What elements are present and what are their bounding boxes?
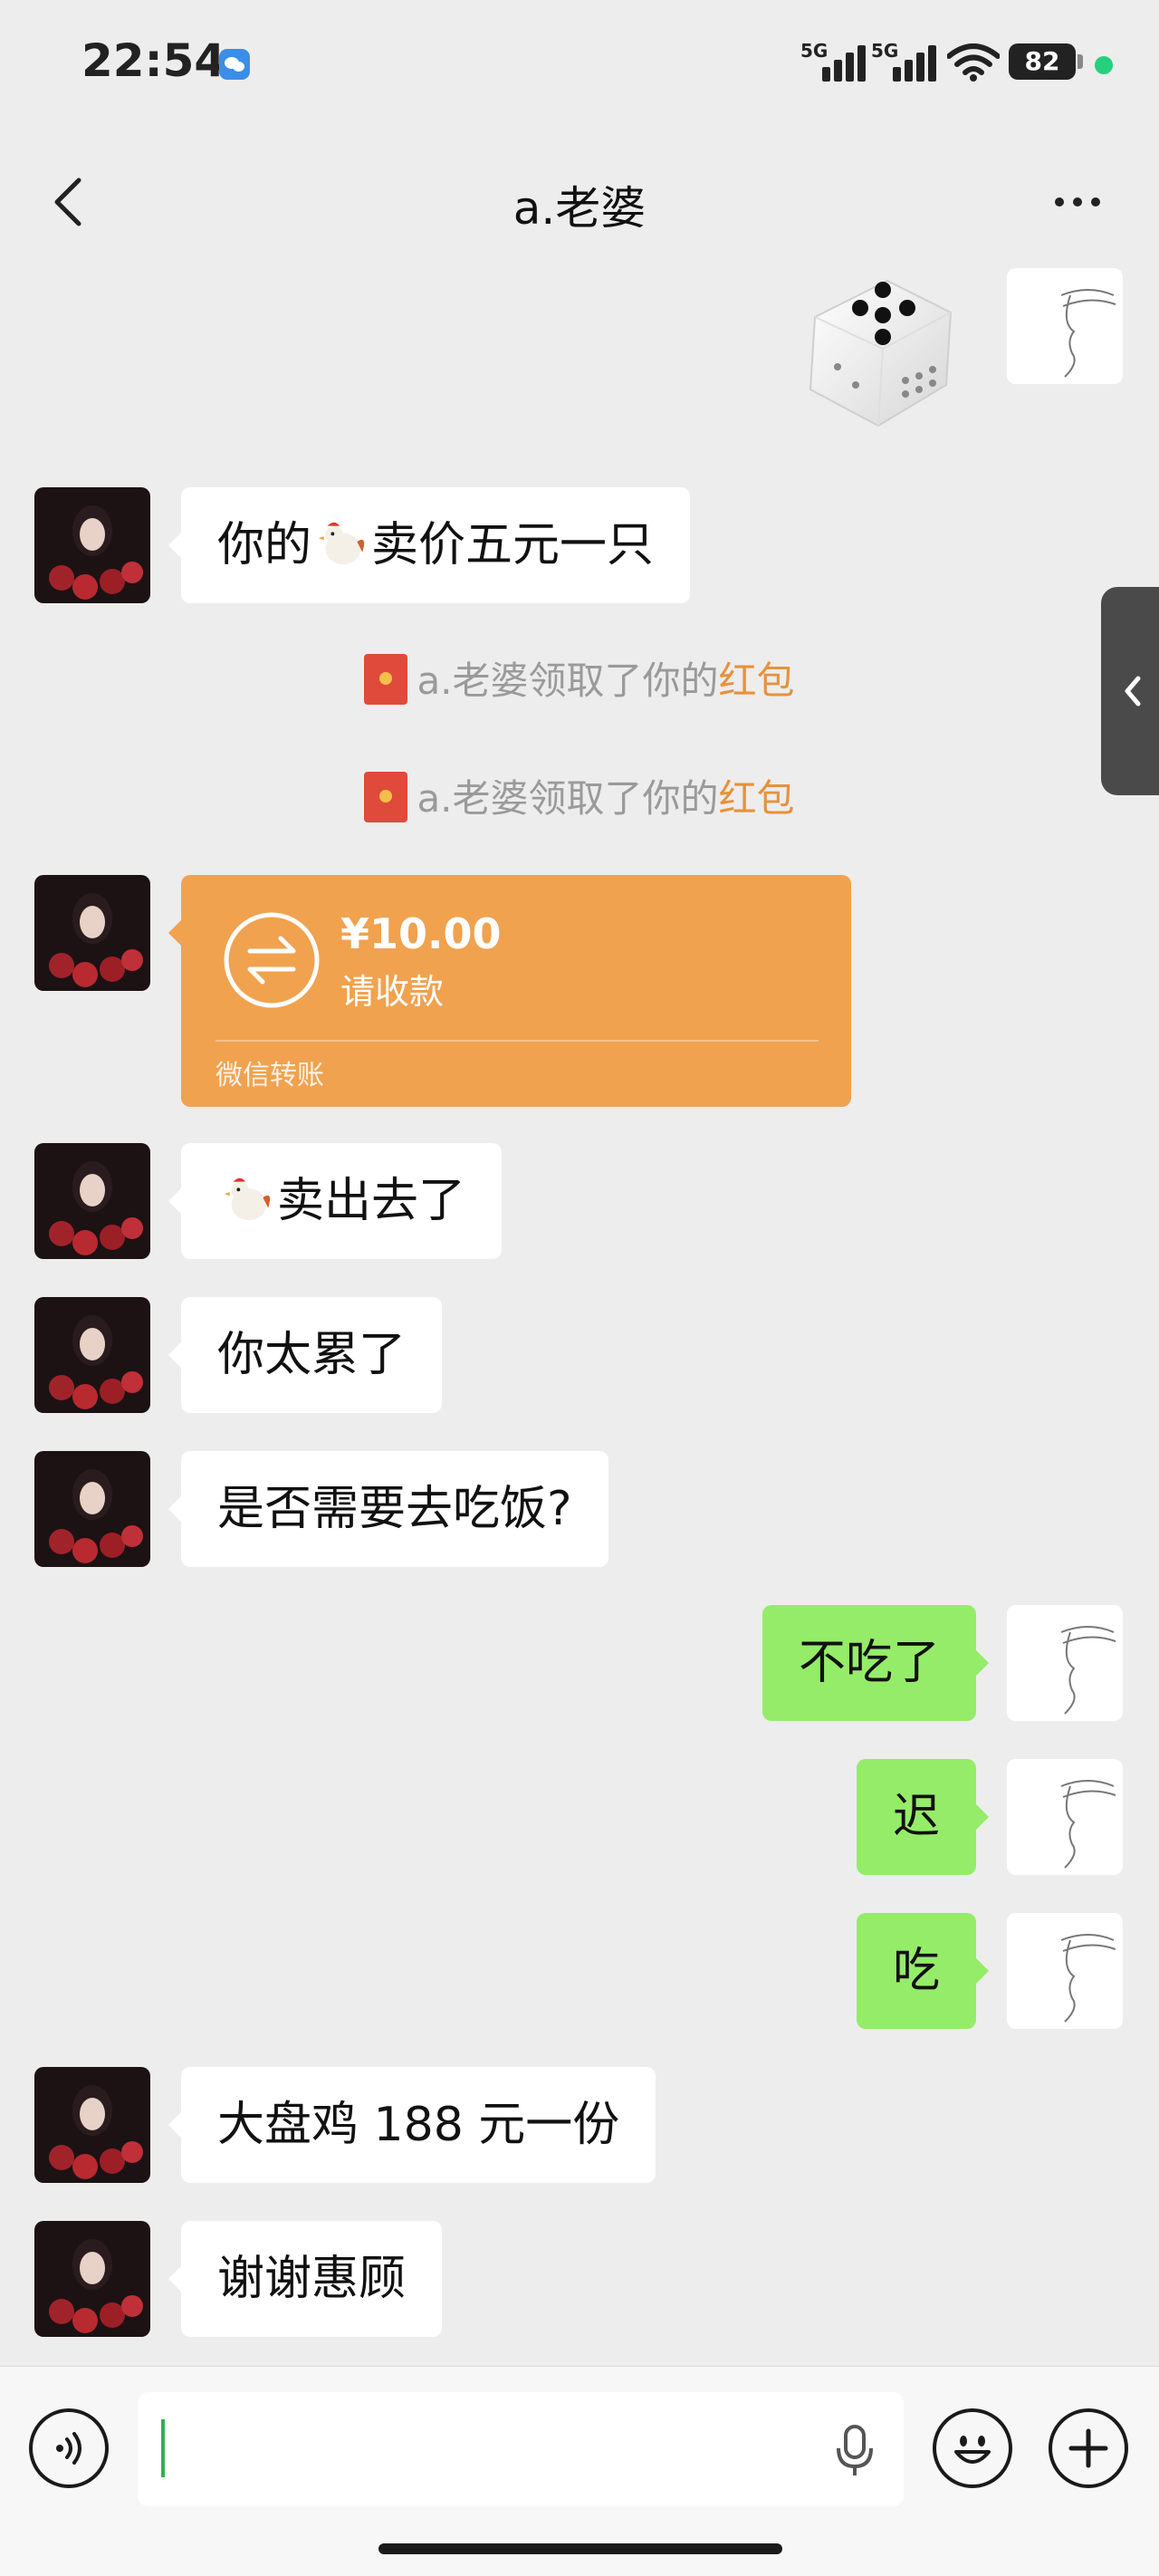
wifi-icon <box>947 43 1000 82</box>
red-packet-icon <box>364 772 408 822</box>
plus-icon <box>1068 2428 1108 2468</box>
contact-avatar[interactable] <box>34 1297 150 1413</box>
floating-side-tab[interactable] <box>1101 587 1159 795</box>
red-packet-link[interactable]: 红包 <box>719 776 795 821</box>
transfer-label: 请收款 <box>340 972 445 1012</box>
transfer-card[interactable]: ¥10.00 请收款 微信转账 <box>168 875 851 1107</box>
sketch-face-icon <box>1007 1759 1123 1875</box>
transfer-divider <box>216 1040 819 1042</box>
microphone-icon[interactable] <box>828 2421 882 2479</box>
received-message[interactable]: 是否需要去吃饭? <box>168 1451 608 1567</box>
collapse-chevron-icon <box>1125 676 1141 706</box>
more-options-button[interactable] <box>1041 170 1114 234</box>
contact-avatar[interactable] <box>34 875 150 991</box>
sketch-face-icon <box>1007 1913 1123 2029</box>
received-message[interactable]: 你的 卖价五元一只 <box>168 487 691 603</box>
dice-icon[interactable] <box>788 263 969 444</box>
system-message-text: a.老婆领取了你的 <box>417 776 719 821</box>
signal-2-label: 5G <box>871 40 899 62</box>
home-indicator[interactable] <box>378 2543 782 2554</box>
message-text: 你的 <box>217 518 312 572</box>
privacy-indicator-dot <box>1095 56 1113 74</box>
portrait-image <box>34 2067 150 2183</box>
my-avatar[interactable] <box>1007 1759 1123 1875</box>
message-text-after: 卖价五元一只 <box>371 518 655 572</box>
received-message[interactable]: 你太累了 <box>168 1297 443 1413</box>
plus-button[interactable] <box>1049 2408 1128 2488</box>
voice-icon <box>56 2432 81 2465</box>
my-avatar[interactable] <box>1007 1913 1123 2029</box>
chat-title: a.老婆 <box>512 182 647 235</box>
portrait-image <box>34 1297 150 1413</box>
received-message[interactable]: 谢谢惠顾 <box>168 2221 443 2337</box>
signal-2-icon: 5G <box>871 40 940 82</box>
portrait-image <box>34 487 150 603</box>
signal-1-icon: 5G <box>800 40 869 82</box>
portrait-image <box>34 1143 150 1259</box>
portrait-image <box>34 875 150 991</box>
sketch-face-icon <box>1007 1605 1123 1721</box>
rooster-emoji-icon <box>224 1177 271 1221</box>
sketch-face-icon <box>1007 268 1123 384</box>
my-avatar[interactable] <box>1007 268 1123 384</box>
my-avatar[interactable] <box>1007 1605 1123 1721</box>
portrait-image <box>34 2221 150 2337</box>
transfer-icon <box>224 912 320 1008</box>
emoji-icon <box>954 2436 991 2464</box>
status-bar: 22:54 5G 5G 82 <box>0 0 1159 127</box>
system-message-text: a.老婆领取了你的 <box>417 658 719 703</box>
portrait-image <box>34 1451 150 1567</box>
rooster-emoji-icon <box>318 522 365 565</box>
red-packet-link[interactable]: 红包 <box>719 658 795 703</box>
contact-avatar[interactable] <box>34 1143 150 1259</box>
voice-button[interactable] <box>29 2408 109 2488</box>
more-dots-icon <box>1055 197 1064 207</box>
message-list[interactable]: 你的 卖价五元一只 a.老婆领取了你的红包 a.老婆领取了你的红包 ¥10.00 … <box>0 263 1159 2364</box>
contact-avatar[interactable] <box>34 2221 150 2337</box>
contact-avatar[interactable] <box>34 487 150 603</box>
transfer-amount: ¥10.00 <box>340 909 502 958</box>
chat-header: a.老婆 <box>0 145 1159 263</box>
text-cursor <box>161 2419 165 2477</box>
received-message[interactable]: 卖出去了 <box>168 1143 503 1259</box>
message-text: 卖出去了 <box>277 1174 466 1228</box>
battery-indicator: 82 <box>1009 43 1083 80</box>
sent-message[interactable]: 吃 <box>856 1913 990 2029</box>
sent-message[interactable]: 不吃了 <box>761 1605 990 1721</box>
transfer-footer: 微信转账 <box>216 1060 324 1091</box>
status-time: 22:54 <box>81 34 226 87</box>
message-input[interactable] <box>138 2392 904 2506</box>
contact-avatar[interactable] <box>34 1451 150 1567</box>
contact-avatar[interactable] <box>34 2067 150 2183</box>
received-message[interactable]: 大盘鸡 188 元一份 <box>168 2067 656 2183</box>
red-packet-icon <box>364 654 408 705</box>
signal-1-label: 5G <box>800 40 829 62</box>
emoji-button[interactable] <box>933 2408 1012 2488</box>
system-message: a.老婆领取了你的红包 <box>0 654 1159 708</box>
system-message: a.老婆领取了你的红包 <box>0 772 1159 826</box>
wechat-notification-icon <box>219 49 250 80</box>
sent-message[interactable]: 迟 <box>856 1759 990 1875</box>
